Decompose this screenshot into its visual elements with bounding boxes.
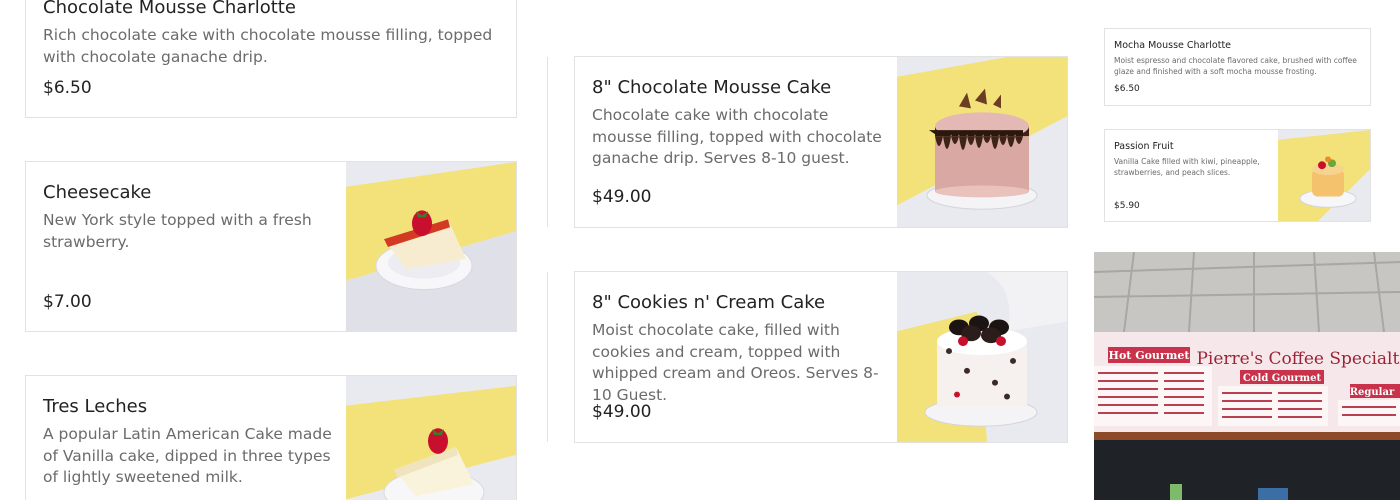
menu-item-description: Chocolate cake with chocolate mousse fil…	[592, 106, 882, 167]
tres-leches-slice-icon	[346, 376, 516, 500]
cookies-cream-cake-icon	[897, 272, 1067, 442]
menu-item-card[interactable]: 8" Cookies n' Cream Cake Moist chocolate…	[574, 271, 1068, 443]
sign-hot-gourmet: Hot Gourmet	[1109, 349, 1191, 362]
menu-item-price: $7.00	[43, 292, 92, 312]
menu-item-name: 8" Chocolate Mousse Cake	[592, 77, 832, 98]
menu-item-name: Tres Leches	[43, 396, 148, 417]
menu-item-price: $6.50	[43, 78, 92, 98]
menu-item-name: Mocha Mousse Charlotte	[1114, 40, 1232, 51]
menu-item-name: 8" Cookies n' Cream Cake	[592, 292, 826, 313]
coffee-shop-menu-board-icon: Hot Gourmet Pierre's Coffee Specialties …	[1094, 252, 1400, 500]
passion-fruit-cake-icon	[1278, 130, 1370, 221]
menu-item-name: Chocolate Mousse Charlotte	[43, 0, 296, 18]
menu-item-card[interactable]: 8" Chocolate Mousse Cake Chocolate cake …	[574, 56, 1068, 228]
menu-item-card[interactable]: Chocolate Mousse Charlotte Rich chocolat…	[25, 0, 517, 118]
chocolate-mousse-cake-icon	[897, 57, 1067, 227]
menu-item-name: Cheesecake	[43, 182, 152, 203]
menu-item-description: Moist chocolate cake, filled with cookie…	[592, 321, 879, 404]
cheesecake-slice-icon	[346, 162, 516, 331]
menu-item-card[interactable]: Passion Fruit Vanilla Cake filled with k…	[1104, 129, 1371, 222]
menu-item-description: Rich chocolate cake with chocolate mouss…	[43, 26, 493, 66]
menu-item-description: New York style topped with a fresh straw…	[43, 211, 312, 251]
menu-item-name: Passion Fruit	[1114, 141, 1174, 152]
menu-item-description: A popular Latin American Cake made of Va…	[43, 425, 332, 486]
sign-main-title: Pierre's Coffee Specialties	[1196, 349, 1400, 369]
menu-item-price: $6.50	[1114, 84, 1140, 94]
menu-item-card[interactable]: Cheesecake New York style topped with a …	[25, 161, 517, 332]
sign-regular: Regular	[1350, 387, 1395, 398]
column-divider	[547, 272, 548, 442]
menu-item-price: $49.00	[592, 187, 652, 207]
menu-item-description: Vanilla Cake filled with kiwi, pineapple…	[1114, 157, 1260, 177]
menu-item-card[interactable]: Tres Leches A popular Latin American Cak…	[25, 375, 517, 500]
menu-item-card[interactable]: Mocha Mousse Charlotte Moist espresso an…	[1104, 28, 1371, 106]
menu-item-description: Moist espresso and chocolate flavored ca…	[1114, 56, 1357, 76]
menu-item-price: $49.00	[592, 402, 652, 422]
column-divider	[547, 57, 548, 227]
sign-cold-gourmet: Cold Gourmet	[1243, 373, 1322, 384]
menu-item-price: $5.90	[1114, 201, 1140, 211]
